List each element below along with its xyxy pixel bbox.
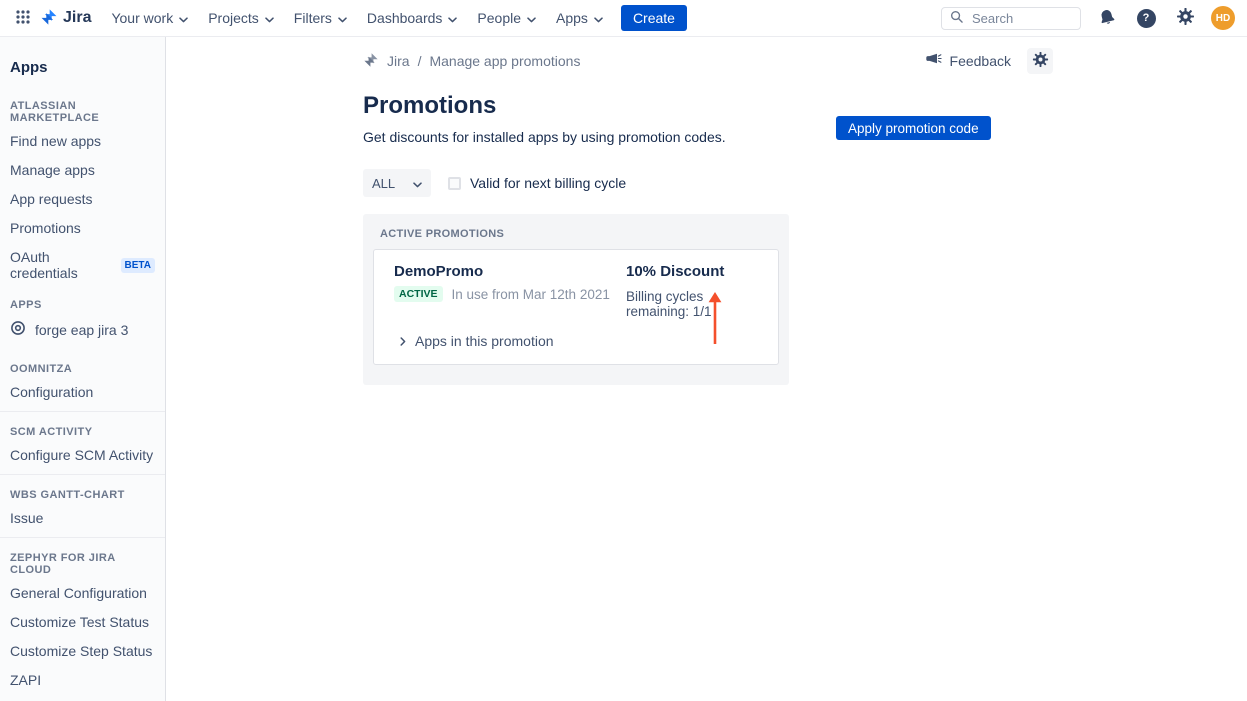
breadcrumb-row: Jira / Manage app promotions Feedback: [363, 48, 1053, 74]
help-button[interactable]: ?: [1133, 5, 1159, 31]
discount-title: 10% Discount: [626, 263, 768, 280]
promotion-card-right: 10% Discount Billing cycles remaining: 1…: [626, 263, 768, 319]
feedback-button[interactable]: Feedback: [920, 52, 1017, 71]
search-input[interactable]: [970, 10, 1072, 27]
chevron-down-icon: [338, 10, 347, 26]
filter-selected-value: ALL: [372, 176, 395, 191]
content-column: Jira / Manage app promotions Feedback: [363, 37, 1053, 701]
billing-cycle-filter: Valid for next billing cycle: [448, 175, 626, 191]
breadcrumb-separator: /: [418, 53, 422, 69]
nav-item-projects[interactable]: Projects: [198, 2, 284, 34]
promotion-name: DemoPromo: [394, 263, 626, 280]
panel-title: ACTIVE PROMOTIONS: [380, 228, 779, 240]
sidebar-item-zapi[interactable]: ZAPI: [0, 666, 165, 695]
sidebar-divider: [0, 411, 165, 412]
nav-item-filters[interactable]: Filters: [284, 2, 357, 34]
sidebar-item-manage-apps[interactable]: Manage apps: [0, 156, 165, 185]
promotion-status-row: ACTIVE In use from Mar 12th 2021: [394, 286, 626, 302]
nav-item-people[interactable]: People: [467, 2, 546, 34]
sidebar-item-configure-scm-activity[interactable]: Configure SCM Activity: [0, 441, 165, 470]
sidebar-item-customize-step-status[interactable]: Customize Step Status: [0, 637, 165, 666]
global-search[interactable]: [941, 7, 1081, 30]
chevron-down-icon: [594, 10, 603, 26]
main-area: Jira / Manage app promotions Feedback: [167, 37, 1247, 701]
sidebar-divider: [0, 474, 165, 475]
sidebar-divider: [0, 537, 165, 538]
chevron-down-icon: [265, 10, 274, 26]
search-icon: [950, 10, 963, 26]
notifications-button[interactable]: [1094, 5, 1120, 31]
promotion-card-left: DemoPromo ACTIVE In use from Mar 12th 20…: [394, 263, 626, 319]
settings-button[interactable]: [1172, 5, 1198, 31]
chevron-down-icon: [448, 10, 457, 26]
sidebar-item-issue[interactable]: Issue: [0, 504, 165, 533]
sidebar-item-oauth-credentials[interactable]: OAuth credentials BETA: [0, 243, 165, 288]
sidebar-heading-apps: APPS: [10, 299, 155, 311]
sidebar-item-app-requests[interactable]: App requests: [0, 185, 165, 214]
nav-item-your-work[interactable]: Your work: [101, 2, 198, 34]
promotions-settings-button[interactable]: [1027, 48, 1053, 74]
promotion-usage-text: In use from Mar 12th 2021: [452, 287, 610, 302]
page-subtitle: Get discounts for installed apps by usin…: [363, 129, 726, 145]
breadcrumb-root[interactable]: Jira: [387, 53, 410, 69]
nav-right: ? HD: [941, 5, 1235, 31]
sidebar-item-find-new-apps[interactable]: Find new apps: [0, 127, 165, 156]
megaphone-icon: [926, 53, 943, 70]
brand-name: Jira: [63, 9, 91, 27]
chevron-down-icon: [413, 176, 422, 191]
sidebar-heading-wbs-gantt-chart: WBS GANTT-CHART: [10, 489, 155, 501]
sidebar-heading-scm-activity: SCM ACTIVITY: [10, 426, 155, 438]
app-switcher-button[interactable]: [10, 5, 36, 31]
user-avatar[interactable]: HD: [1211, 6, 1235, 30]
active-promotions-panel: ACTIVE PROMOTIONS DemoPromo ACTIVE In us…: [363, 214, 789, 385]
sidebar-title: Apps: [10, 59, 155, 76]
beta-badge: BETA: [121, 258, 155, 273]
sidebar-heading-oomnitza: OOMNITZA: [10, 363, 155, 375]
sidebar-heading-atlassian-marketplace: ATLASSIAN MARKETPLACE: [10, 100, 155, 124]
breadcrumb: Jira / Manage app promotions: [363, 52, 920, 71]
forge-bullseye-icon: [10, 320, 26, 339]
gear-icon: [1032, 51, 1049, 71]
valid-next-billing-cycle-checkbox[interactable]: [448, 177, 461, 190]
sidebar-item-configuration[interactable]: Configuration: [0, 378, 165, 407]
sidebar-item-promotions[interactable]: Promotions: [0, 214, 165, 243]
help-icon: ?: [1137, 9, 1156, 28]
billing-cycles-text: Billing cycles remaining: 1/1: [626, 289, 768, 319]
nav-left: Jira Your work Projects Filters Dashboar…: [10, 2, 941, 34]
nav-item-dashboards[interactable]: Dashboards: [357, 2, 468, 34]
settings-gear-icon: [1176, 7, 1195, 29]
app-switcher-grid-icon: [15, 9, 31, 28]
annotation-arrow-up: [707, 292, 723, 349]
filter-row: ALL Valid for next billing cycle: [363, 169, 626, 197]
sidebar-item-customize-test-status[interactable]: Customize Test Status: [0, 608, 165, 637]
status-badge: ACTIVE: [394, 286, 443, 302]
chevron-down-icon: [527, 10, 536, 26]
apps-in-promotion-expander[interactable]: Apps in this promotion: [394, 332, 560, 350]
breadcrumb-current[interactable]: Manage app promotions: [429, 53, 580, 69]
jira-logo-icon: [40, 8, 58, 29]
chevron-right-icon: [400, 333, 406, 349]
sidebar-heading-zephyr: ZEPHYR FOR JIRA CLOUD: [10, 552, 155, 576]
apply-promotion-code-button[interactable]: Apply promotion code: [836, 116, 991, 140]
checkbox-label: Valid for next billing cycle: [470, 175, 626, 191]
sidebar-item-forge-eap-jira-3[interactable]: forge eap jira 3: [0, 314, 165, 346]
promotion-filter-select[interactable]: ALL: [363, 169, 431, 197]
create-button[interactable]: Create: [621, 5, 687, 31]
notification-bell-icon: [1098, 8, 1116, 29]
sidebar-item-general-configuration[interactable]: General Configuration: [0, 579, 165, 608]
chevron-down-icon: [179, 10, 188, 26]
jira-mark-icon: [363, 52, 379, 71]
page-title: Promotions: [363, 92, 496, 120]
sidebar-item-zephyr-custom-fields[interactable]: Zephyr Custom Fields: [0, 695, 165, 701]
page-actions: Feedback: [920, 48, 1053, 74]
top-navigation: Jira Your work Projects Filters Dashboar…: [0, 0, 1247, 37]
nav-item-apps[interactable]: Apps: [546, 2, 613, 34]
admin-sidebar: Apps ATLASSIAN MARKETPLACE Find new apps…: [0, 37, 166, 701]
jira-home-link[interactable]: Jira: [40, 8, 91, 29]
